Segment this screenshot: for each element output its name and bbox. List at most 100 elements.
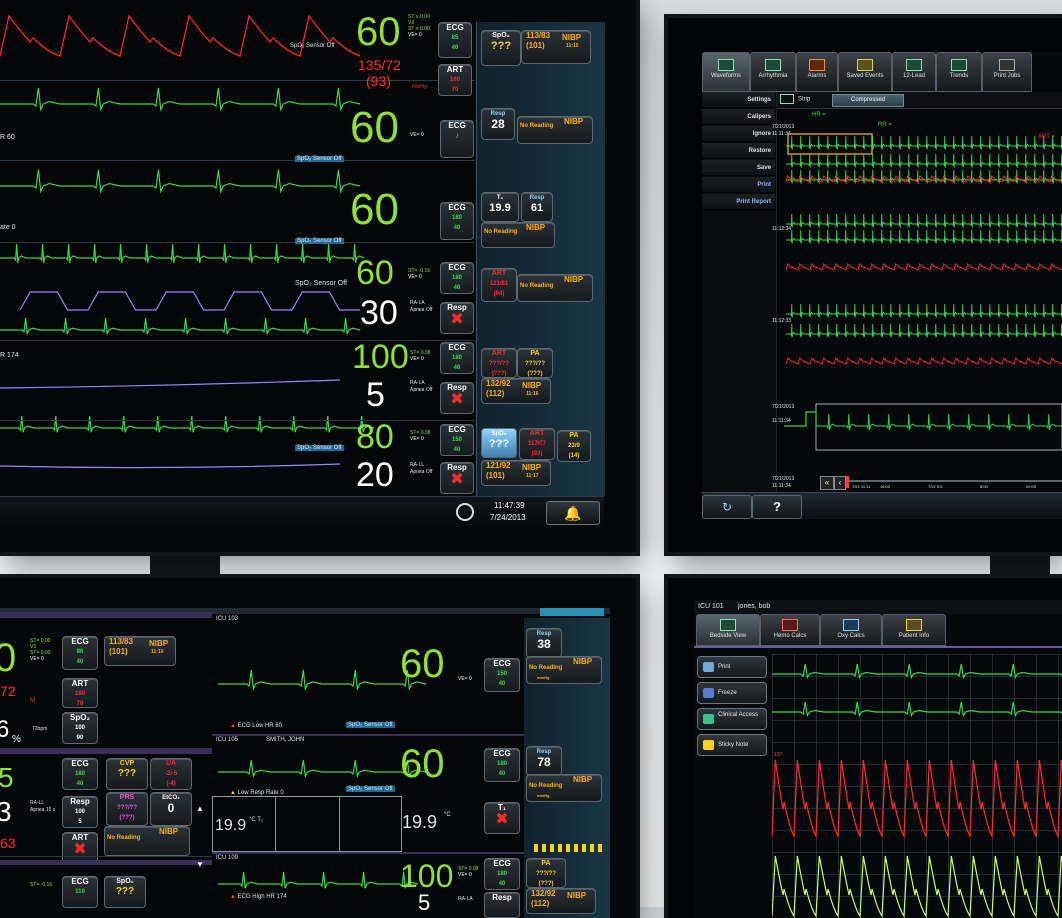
temp-unit: °C T₁	[249, 817, 263, 823]
tab-trends[interactable]: Trends	[936, 52, 982, 92]
nibp-tile[interactable]: 121/92 (101) NIBP 11:17	[481, 460, 551, 486]
ecg-alarm-tile[interactable]: ECG 85 40	[438, 22, 472, 58]
timeline-slider[interactable]	[846, 480, 1062, 482]
refresh-icon[interactable]: ↻	[702, 495, 752, 519]
resp-alarm-off-tile[interactable]: Resp ✖	[440, 382, 474, 414]
ecg-alarm-tile[interactable]: ECG 180 40	[440, 202, 474, 240]
temp-alarm-off-tile[interactable]: T₁ ✖	[484, 802, 520, 834]
nibp-tile[interactable]: No Reading NIBP	[517, 116, 593, 144]
nibp-tile[interactable]: No Reading NIBP	[517, 274, 593, 302]
cvp-tile[interactable]: CVP???	[106, 758, 148, 790]
resp-alarm-off-tile[interactable]: Resp ✖	[440, 302, 474, 334]
first-page-icon[interactable]: «	[820, 476, 834, 490]
art-alarm-tile[interactable]: ART 160 70	[62, 678, 98, 708]
art-tile[interactable]: ART 117/77 (93)	[519, 428, 555, 460]
resp-alarm-tile[interactable]: Resp 100 5	[62, 796, 98, 828]
row-divider	[0, 160, 475, 161]
ecg-alarm-tile[interactable]: ECG 86 40	[62, 636, 98, 670]
ecg-alarm-tile[interactable]: ECG 110	[62, 876, 98, 908]
spo2-alarm-tile[interactable]: SpO₂ 100 90	[62, 712, 98, 744]
help-button[interactable]: ?	[752, 495, 802, 519]
mmhg-unit: mmHg	[412, 84, 427, 90]
ecg-alarm-tile[interactable]: ECG 180 40	[62, 758, 98, 790]
pa-tile[interactable]: PA ???/?? (???)	[526, 858, 566, 888]
nibp-tile[interactable]: No Reading NIBP	[104, 826, 190, 856]
nibp-tile[interactable]: No Reading NIBP mmHg	[526, 774, 602, 802]
pa-tile[interactable]: PA 23/9 (14)	[557, 430, 591, 462]
resp-tile[interactable]: Resp 61	[521, 192, 553, 222]
nibp-tile[interactable]: No Reading NIBP mmHg	[526, 656, 602, 684]
ecg-alarm-tile[interactable]: ECG 150 40	[484, 658, 520, 692]
tab-12-lead[interactable]: 12-Lead	[892, 52, 936, 92]
ecg-alarm-tile[interactable]: ECG 180 40	[440, 342, 474, 374]
print-button[interactable]: Print	[702, 177, 775, 193]
nibp-tile[interactable]: 113/83 (101) NIBP 11:10	[104, 636, 176, 666]
rate-label: ate 0	[0, 224, 16, 231]
tab-patient-info[interactable]: Patient Info	[882, 614, 946, 646]
nibp-tile[interactable]: 132/92 (112) NIBP	[526, 888, 596, 914]
t1-tile[interactable]: T₁ 19.9	[481, 192, 519, 222]
review-screen: Waveforms Arrhythmia Alarms Saved Events…	[702, 52, 1062, 518]
current-time: 11:47:39	[494, 501, 525, 510]
pa-tile[interactable]: PA ???/?? (???)	[517, 348, 553, 378]
hr-value: 60	[400, 742, 445, 786]
spo2-tile[interactable]: SpO₂???	[104, 876, 146, 908]
spo2-tile[interactable]: SpO₂???	[481, 428, 517, 458]
clinical-access-icon	[703, 714, 714, 724]
resp-alarm-off-tile[interactable]: Resp	[484, 892, 520, 918]
clinical-access-button[interactable]: Clinical Access	[697, 708, 767, 730]
subtab-compressed[interactable]: Compressed	[832, 94, 904, 107]
etco2-tile[interactable]: EtCO₂ 0	[150, 792, 192, 826]
alarm-off-icon: ✖	[73, 841, 87, 858]
art-value: 135/72	[358, 57, 401, 73]
tab-bedside-view[interactable]: Bedside View	[696, 614, 760, 646]
tab-arrhythmia[interactable]: Arrhythmia	[750, 52, 796, 92]
lead-label: RA-LA Apnea Off	[410, 380, 433, 393]
resp-tile[interactable]: Resp 78	[526, 746, 562, 776]
art-alarm-tile[interactable]: ART 160 70	[438, 64, 472, 96]
tab-saved-events[interactable]: Saved Events	[838, 52, 892, 92]
ecg-trend-waveform	[786, 213, 1062, 228]
art-tile[interactable]: ART 121/81 (94)	[481, 268, 517, 302]
prev-icon[interactable]: ‹	[834, 476, 846, 490]
resp-tile[interactable]: Resp 28	[481, 108, 515, 140]
hr-value: 60	[356, 254, 394, 292]
nibp-tile[interactable]: No Reading NIBP	[481, 222, 555, 248]
ua-tile[interactable]: UA -2/-5 (-4)	[150, 758, 192, 790]
ecg-alarm-tile[interactable]: ECG 150 40	[440, 424, 474, 456]
nibp-tile[interactable]: 132/92 (112) NIBP 11:16	[481, 378, 551, 404]
print-button[interactable]: Print	[697, 656, 767, 678]
temp-value: 19.9	[402, 812, 438, 832]
ecg-waveform	[772, 663, 1062, 680]
tab-oxy-calcs[interactable]: Oxy Calcs	[820, 614, 882, 646]
ecg-alarm-tile[interactable]: ECG 180 40	[484, 748, 520, 782]
ecg-alarm-tile[interactable]: ECG 180 40	[440, 262, 474, 294]
ecg-alarm-tile[interactable]: ECG ♪	[440, 120, 474, 158]
bedside-screen: ICU 101 jones, bob Bedside View Hemo Cal…	[694, 600, 1062, 918]
restore-button[interactable]: Restore	[702, 143, 775, 159]
ecg-alarm-tile[interactable]: ECG 180 40	[484, 858, 520, 890]
scroll-up-icon[interactable]: ▲	[196, 804, 206, 816]
nibp-tile[interactable]: 113/83 (101) NIBP 11:10	[521, 30, 591, 64]
alarm-bell-icon[interactable]: 🔔	[546, 501, 600, 525]
art-tile[interactable]: ART ???/?? (???)	[481, 348, 517, 378]
tab-print-jobs[interactable]: Print Jobs	[982, 52, 1032, 92]
timeline-cursor[interactable]	[846, 476, 849, 488]
resp-alarm-off-tile[interactable]: Resp ✖	[440, 462, 474, 494]
settings-button[interactable]: Settings	[702, 92, 775, 108]
calipers-button[interactable]: Calipers	[702, 109, 775, 125]
ignore-button[interactable]: Ignore	[702, 126, 775, 142]
save-button[interactable]: Save	[702, 160, 775, 176]
ecg-trend-waveform	[786, 229, 1062, 244]
tab-waveforms[interactable]: Waveforms	[702, 52, 750, 92]
print-report-button[interactable]: Print Report	[702, 194, 775, 210]
tab-hemo-calcs[interactable]: Hemo Calcs	[760, 614, 820, 646]
tab-alarms[interactable]: Alarms	[796, 52, 838, 92]
freeze-button[interactable]: Freeze	[697, 682, 767, 704]
subtab-strip[interactable]: Strip	[780, 94, 810, 104]
resp-tile[interactable]: Resp 38	[526, 628, 562, 658]
spo2-tile[interactable]: SpO₂???	[481, 30, 521, 66]
prs-tile[interactable]: PRS ???/?? (???)	[106, 792, 148, 826]
sticky-note-button[interactable]: Sticky Note	[697, 734, 767, 756]
scroll-down-icon[interactable]: ▼	[196, 860, 206, 872]
